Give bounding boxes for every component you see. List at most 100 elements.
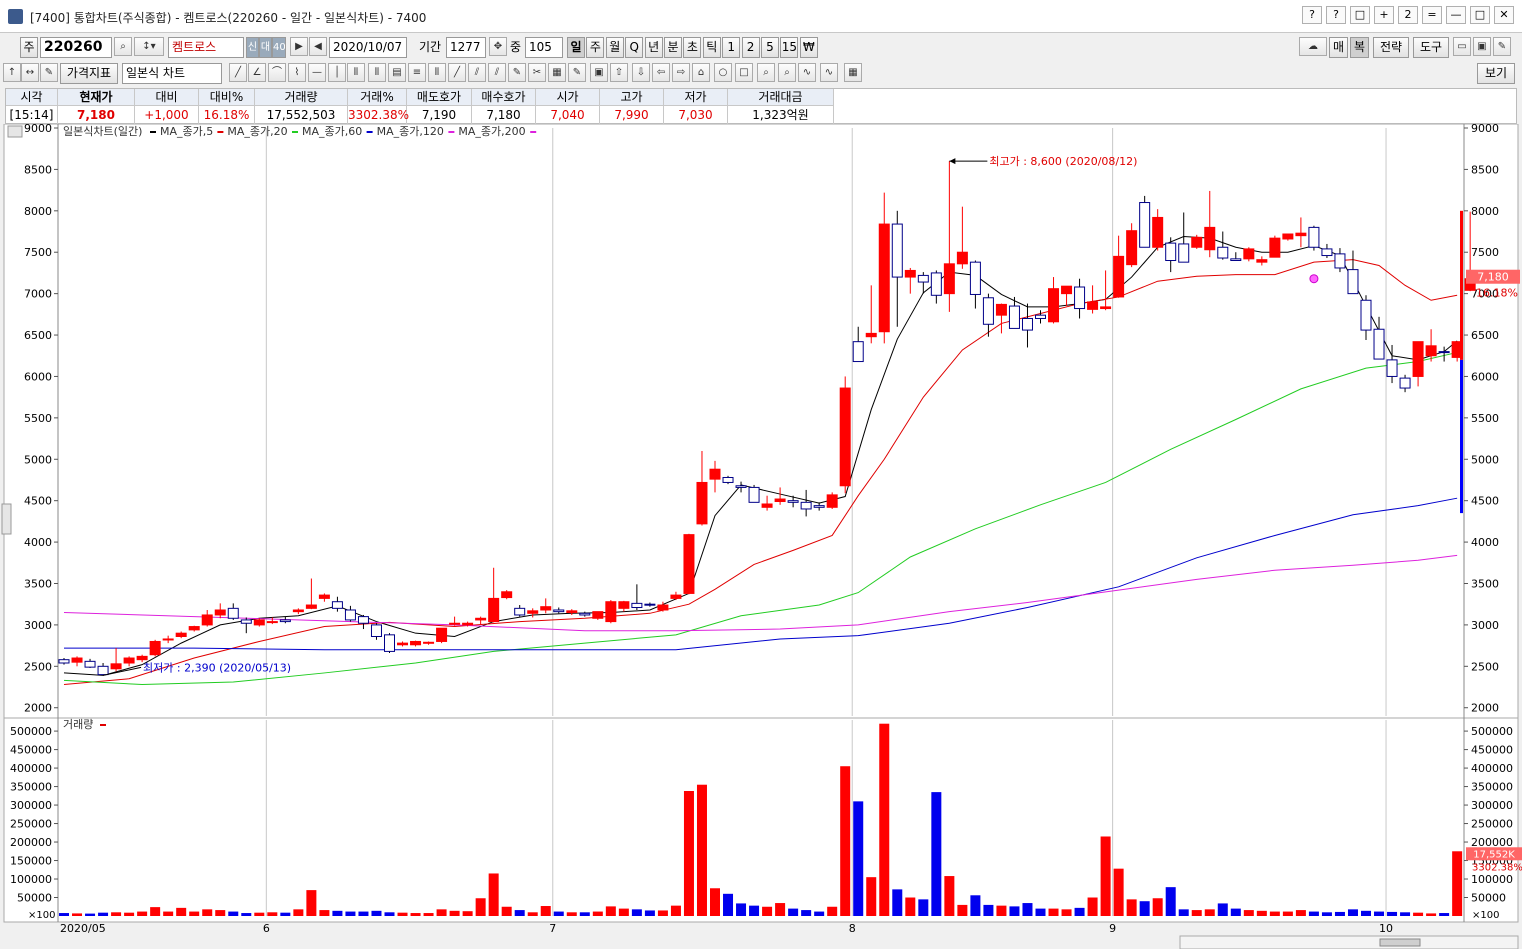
date-picker[interactable]: 2020/10/07 [329,37,407,58]
candle-body [826,494,838,508]
period-tab-5[interactable]: 분 [664,37,682,58]
window-title: [7400] 통합차트(주식종합) - 켐트로스(220260 - 일간 - 일… [30,11,427,25]
sort-icon[interactable]: ↕▾ [134,37,164,56]
restore-layout-icon[interactable]: □ [1350,6,1370,24]
price-tick-label-right: 2500 [1471,660,1499,673]
view-button[interactable]: 보기 [1477,63,1515,84]
middle-input[interactable]: 105 [525,37,563,58]
period-tab-8[interactable]: 1 [722,37,741,58]
stock-code-input[interactable]: 220260 [40,37,112,58]
angle-line-icon[interactable]: ∠ [248,63,266,82]
period-tab-2[interactable]: 월 [605,37,624,58]
volume-bar [657,910,668,916]
save-icon[interactable]: ▣ [1473,37,1491,56]
up-icon[interactable]: ↑ [3,63,21,82]
price-tick-label-right: 6000 [1471,370,1499,383]
channel-icon[interactable]: ⫽ [468,63,486,82]
price-tick-label-left: 3500 [24,577,52,590]
box-icon[interactable]: ▣ [590,63,608,82]
circle-icon[interactable]: ○ [714,63,732,82]
scroll-thumb [1379,938,1421,947]
color-icon[interactable]: ▦ [548,63,566,82]
add-window-icon[interactable]: + [1374,6,1394,24]
candle-body [384,634,395,652]
period-tab-3[interactable]: Q [625,37,644,58]
arrow-left-icon[interactable]: ⇦ [652,63,670,82]
trendline-icon[interactable]: ╱ [229,63,247,82]
minimize-button[interactable]: — [1446,6,1466,24]
text-icon[interactable]: ⌂ [692,63,710,82]
fibo-icon[interactable]: ⦀ [428,63,446,82]
wave-icon[interactable]: ∿ [798,63,816,82]
period-tab-10[interactable]: 5 [761,37,779,58]
close-button[interactable]: ✕ [1494,6,1514,24]
indicator-button[interactable]: 가격지표 [60,63,118,84]
candle-body [1386,359,1398,377]
volume-bar [944,876,955,916]
ray-icon[interactable]: ╱ [448,63,466,82]
folder-icon[interactable]: ▭ [1453,37,1471,56]
period-tab-0[interactable]: 일 [567,37,585,58]
zoom-select-icon[interactable]: ⌕ [778,63,796,82]
arc-icon[interactable]: ⌒ [268,63,286,82]
help-icon[interactable]: ? [1302,6,1322,24]
multi-channel-icon[interactable]: ⫽ [488,63,506,82]
tools-button[interactable]: 도구 [1413,37,1449,58]
stock-name-field[interactable]: 켐트로스 [168,37,244,58]
period-tab-6[interactable]: 초 [683,37,702,58]
cut-icon[interactable]: ✂ [528,63,546,82]
menu-icon[interactable]: = [1422,6,1442,24]
question-icon[interactable]: ? [1326,6,1346,24]
period-tab-1[interactable]: 주 [586,37,605,58]
maximize-button[interactable]: □ [1470,6,1490,24]
volume-bar [723,893,734,916]
vertical-line-icon[interactable]: │ [328,63,346,82]
next-arrow-icon[interactable]: ▶ [290,37,308,56]
grid-icon[interactable]: ▤ [388,63,406,82]
pen-icon[interactable]: ✎ [508,63,526,82]
horizontal-line-icon[interactable]: — [308,63,326,82]
period-tab-12[interactable]: ₩ [799,37,818,58]
zoom-in-icon[interactable]: ⌕ [757,63,775,82]
fork-icon[interactable]: ⌇ [288,63,306,82]
period-tab-11[interactable]: 15 [780,37,799,58]
brush-icon[interactable]: ✎ [568,63,586,82]
arrow-up-icon[interactable]: ⇧ [610,63,628,82]
volume-bar [749,905,760,916]
settings-icon[interactable]: ▦ [844,63,862,82]
arrow-right-icon[interactable]: ⇨ [672,63,690,82]
order-button[interactable]: 매 [1329,37,1348,58]
volume-bar [241,913,252,916]
candle-body [1074,286,1086,310]
prev-arrow-icon[interactable]: ◀ [309,37,327,56]
arrow-down-icon[interactable]: ⇩ [632,63,650,82]
chart-type-select[interactable]: 일본식 차트 [122,63,222,84]
fibo-time-icon[interactable]: ⦀ [368,63,386,82]
volume-bar [1361,910,1371,916]
strategy-button[interactable]: 전략 [1373,37,1409,58]
period-tab-4[interactable]: 년 [644,37,663,58]
fibo-fan-icon[interactable]: ⦀ [347,63,365,82]
wrench-icon[interactable]: ✎ [1493,37,1511,56]
window-number[interactable]: 2 [1398,6,1418,24]
period-tab-7[interactable]: 틱 [702,37,721,58]
price-tick-label-right: 6500 [1471,329,1499,342]
period-tab-9[interactable]: 2 [741,37,760,58]
wave-alt-icon[interactable]: ∿ [820,63,838,82]
stock-chart[interactable]: 2020/05 6 7 8 9 10 2000 2000 2500 2500 3000 3000 350… [0,124,1522,949]
expand-icon[interactable]: ✥ [489,37,507,56]
chart-area[interactable]: 2020/05 6 7 8 9 10 2000 2000 2500 2500 3000 3000 350… [0,124,1522,949]
search-icon[interactable]: ⌕ [114,37,132,56]
price-tick-label-left: 5000 [24,453,52,466]
rectangle-icon[interactable]: □ [735,63,753,82]
cloud-icon[interactable]: ☁ [1299,37,1327,56]
horizontal-expand-icon[interactable]: ↔ [21,63,39,82]
volume-bar [553,911,564,916]
volume-bar [905,897,916,916]
period-input[interactable]: 1277 [446,37,486,58]
market-selector[interactable]: 주 [20,37,38,58]
duplicate-button[interactable]: 복 [1350,37,1369,58]
parallel-icon[interactable]: ≡ [408,63,426,82]
candle-body [878,223,890,333]
edit-icon[interactable]: ✎ [40,63,58,82]
